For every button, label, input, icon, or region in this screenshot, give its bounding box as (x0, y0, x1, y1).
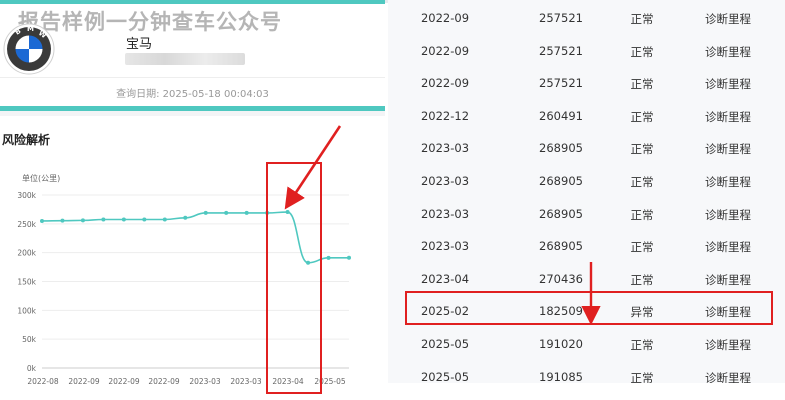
vehicle-brand: 宝马 (126, 37, 153, 52)
data-point (224, 210, 229, 215)
record-date: 2023-03 (420, 206, 470, 221)
record-status: 正常 (630, 175, 654, 189)
data-point (121, 217, 126, 222)
record-status: 正常 (630, 142, 654, 157)
record-date: 2022-09 (420, 76, 470, 91)
record-status: 正常 (630, 338, 654, 352)
data-point (142, 217, 147, 222)
record-date: 2022-12 (420, 108, 470, 123)
data-point (203, 210, 208, 215)
table-row: 2022-09 257521 正常 诊断里程 (388, 2, 785, 35)
table-row: 2023-03 268905 正常 诊断里程 (388, 165, 785, 198)
record-status: 正常 (630, 240, 654, 255)
record-mileage: 268905 (539, 239, 583, 254)
record-mileage: 257521 (539, 76, 583, 91)
data-point (80, 218, 85, 223)
record-mileage: 268905 (539, 174, 583, 188)
record-date: 2023-03 (420, 174, 470, 188)
y-tick-label: 300k (17, 191, 36, 200)
record-status: 正常 (630, 12, 654, 26)
bmw-logo-icon: B M W (3, 23, 55, 75)
record-date: 2022-09 (420, 11, 470, 25)
y-tick-label: 100k (17, 306, 36, 315)
vehicle-card: 报告样例一分钟查车公众号 B M W 宝马 查询日期: 2025-05-18 0… (0, 0, 385, 111)
record-date: 2023-03 (420, 141, 470, 156)
report-page: 报告样例一分钟查车公众号 B M W 宝马 查询日期: 2025-05-18 0… (0, 0, 785, 400)
record-mileage: 268905 (539, 141, 583, 156)
data-point (347, 255, 351, 260)
record-source: 诊断里程 (705, 109, 751, 124)
table-bottom (385, 383, 785, 400)
x-tick-label: 2023-03 (189, 377, 221, 386)
record-status: 正常 (630, 44, 654, 59)
svg-text:M: M (27, 25, 34, 33)
record-mileage: 191085 (539, 369, 583, 384)
record-status: 正常 (630, 77, 654, 92)
record-date: 2023-04 (420, 271, 470, 286)
card-divider (0, 77, 385, 78)
table-row: 2023-03 268905 正常 诊断里程 (388, 230, 785, 263)
risk-chart-card: 风险解析 单位(公里) 0k 50k 100k 150k 200k 250k 300k 20… (0, 116, 385, 400)
table-row: 2023-03 268905 正常 诊断里程 (388, 198, 785, 231)
record-source: 诊断里程 (705, 272, 751, 287)
x-tick-label: 2023-03 (230, 377, 262, 386)
x-tick-label: 2022-08 (27, 377, 59, 386)
y-tick-label: 0k (27, 364, 37, 373)
record-source: 诊断里程 (705, 12, 751, 26)
table-row: 2022-12 260491 正常 诊断里程 (388, 100, 785, 133)
record-date: 2025-05 (420, 337, 470, 351)
record-mileage: 270436 (539, 271, 583, 286)
record-mileage: 260491 (539, 108, 583, 123)
record-mileage: 257521 (539, 11, 583, 25)
data-point (326, 255, 331, 260)
record-status: 正常 (630, 109, 654, 124)
chart-unit-label: 单位(公里) (22, 173, 60, 183)
y-tick-label: 150k (17, 278, 36, 287)
data-point (101, 217, 106, 222)
blurred-vehicle-info (125, 53, 245, 65)
record-mileage: 191020 (539, 337, 583, 351)
record-source: 诊断里程 (705, 44, 751, 59)
record-date: 2022-09 (420, 43, 470, 58)
accent-strip (0, 0, 385, 4)
record-source: 诊断里程 (705, 77, 751, 92)
record-mileage: 257521 (539, 43, 583, 58)
data-point (40, 218, 44, 223)
data-point (183, 215, 188, 220)
watermark: 报告样例一分钟查车公众号 (18, 10, 282, 34)
anomaly-highlight-row (405, 291, 773, 325)
table-row: 2025-05 191020 正常 诊断里程 (388, 328, 785, 361)
data-point (244, 210, 249, 215)
table-row: 2022-09 257521 正常 诊断里程 (388, 35, 785, 68)
left-panel: 报告样例一分钟查车公众号 B M W 宝马 查询日期: 2025-05-18 0… (0, 0, 385, 400)
y-tick-label: 250k (17, 220, 36, 229)
y-tick-label: 50k (22, 335, 37, 344)
record-source: 诊断里程 (705, 338, 751, 352)
record-source: 诊断里程 (705, 142, 751, 157)
right-panel: 2022-09 257521 正常 诊断里程 2022-09 257521 正常 诊断里程 20… (385, 0, 785, 400)
mileage-line-chart: 单位(公里) 0k 50k 100k 150k 200k 250k 300k 2022-08… (17, 173, 351, 386)
record-source: 诊断里程 (705, 175, 751, 189)
data-point (60, 218, 65, 223)
record-status: 正常 (630, 272, 654, 287)
record-date: 2023-03 (420, 239, 470, 254)
data-point (162, 217, 167, 222)
table-row: 2022-09 257521 正常 诊断里程 (388, 67, 785, 100)
x-tick-label: 2022-09 (68, 377, 100, 386)
record-source: 诊断里程 (705, 207, 751, 222)
record-source: 诊断里程 (705, 240, 751, 255)
record-date: 2025-05 (420, 369, 470, 384)
x-tick-label: 2022-09 (148, 377, 180, 386)
x-tick-label: 2022-09 (108, 377, 140, 386)
query-date: 查询日期: 2025-05-18 00:04:03 (116, 89, 269, 100)
y-tick-label: 200k (17, 249, 36, 258)
table-row: 2023-03 268905 正常 诊断里程 (388, 132, 785, 165)
anomaly-highlight-chart (266, 162, 322, 394)
record-mileage: 268905 (539, 206, 583, 221)
record-status: 正常 (630, 207, 654, 222)
